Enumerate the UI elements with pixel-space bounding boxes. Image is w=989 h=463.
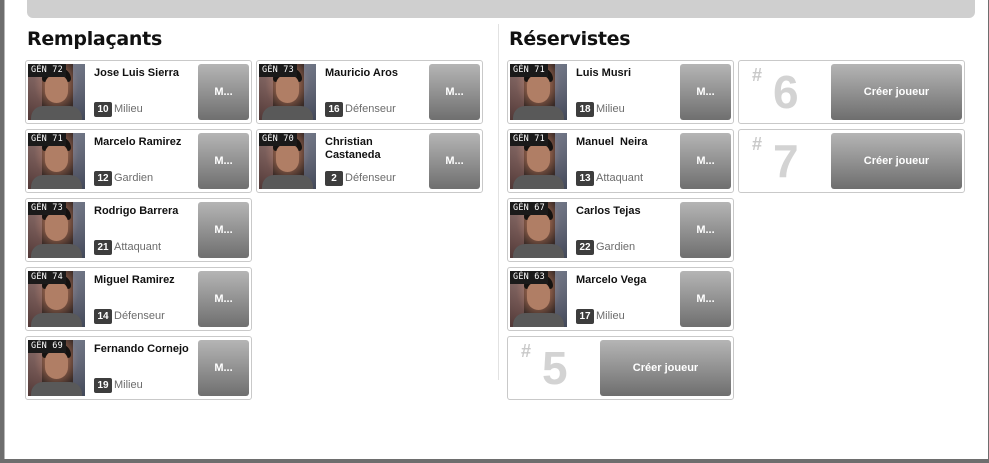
section-title-remplacants: Remplaçants [27, 28, 162, 50]
player-action-button[interactable]: M... [680, 133, 731, 189]
player-card-christian-castaneda[interactable]: GÉN 70 Christian Castaneda 2 Défenseur M… [256, 129, 483, 193]
player-name: Fernando Cornejo [94, 343, 189, 355]
shirt-number: 19 [94, 378, 112, 393]
player-name: Jose Luis Sierra [94, 67, 179, 79]
slot-number: 6 [773, 66, 799, 118]
player-name: Christian Castaneda [325, 136, 381, 161]
player-action-button[interactable]: M... [680, 271, 731, 327]
shirt-number: 17 [576, 309, 594, 324]
rating-badge: GÉN 71 [510, 133, 548, 146]
player-name: Luis Musri [576, 67, 632, 79]
shirt-number: 14 [94, 309, 112, 324]
player-card-jose-luis-sierra[interactable]: GÉN 72 Jose Luis Sierra 10 Milieu M... [25, 60, 252, 124]
slot-hash-symbol: # [752, 65, 763, 85]
player-name: Rodrigo Barrera [94, 205, 179, 217]
player-position: Défenseur [114, 310, 165, 322]
shirt-number: 10 [94, 102, 112, 117]
slot-number: 7 [773, 135, 799, 187]
shirt-number: 13 [576, 171, 594, 186]
player-card-carlos-tejas[interactable]: GÉN 67 Carlos Tejas 22 Gardien M... [507, 198, 734, 262]
section-divider [498, 24, 499, 380]
player-action-button[interactable]: M... [680, 64, 731, 120]
empty-slot-5: # 5 Créer joueur [507, 336, 734, 400]
player-action-button[interactable]: M... [429, 64, 480, 120]
player-action-button[interactable]: M... [680, 202, 731, 258]
create-player-button[interactable]: Créer joueur [600, 340, 731, 396]
slot-number: 5 [542, 342, 568, 394]
player-name: Manuel Neira [576, 136, 648, 148]
player-position: Gardien [596, 241, 636, 253]
player-position: Milieu [114, 103, 143, 115]
player-name: Marcelo Vega [576, 274, 647, 286]
player-action-button[interactable]: M... [429, 133, 480, 189]
shirt-number: 18 [576, 102, 594, 117]
create-player-button[interactable]: Créer joueur [831, 133, 962, 189]
player-card-manuel-neira[interactable]: GÉN 71 Manuel Neira 13 Attaquant M... [507, 129, 734, 193]
player-action-button[interactable]: M... [198, 133, 249, 189]
player-action-button[interactable]: M... [198, 340, 249, 396]
player-position: Milieu [114, 379, 143, 391]
player-card-miguel-ramirez[interactable]: GÉN 74 Miguel Ramirez 14 Défenseur M... [25, 267, 252, 331]
rating-badge: GÉN 69 [28, 340, 66, 353]
shirt-number: 12 [94, 171, 112, 186]
shirt-number: 21 [94, 240, 112, 255]
player-card-luis-musri[interactable]: GÉN 71 Luis Musri 18 Milieu M... [507, 60, 734, 124]
rating-badge: GÉN 73 [28, 202, 66, 215]
slot-hash-symbol: # [752, 134, 763, 154]
rating-badge: GÉN 70 [259, 133, 297, 146]
empty-slot-6: # 6 Créer joueur [738, 60, 965, 124]
player-action-button[interactable]: M... [198, 64, 249, 120]
player-card-marcelo-ramirez[interactable]: GÉN 71 Marcelo Ramirez 12 Gardien M... [25, 129, 252, 193]
player-card-mauricio-aros[interactable]: GÉN 73 Mauricio Aros 16 Défenseur M... [256, 60, 483, 124]
player-position: Attaquant [114, 241, 162, 253]
player-position: Défenseur [345, 172, 396, 184]
player-name: Carlos Tejas [576, 205, 641, 217]
player-position: Milieu [596, 103, 625, 115]
player-card-rodrigo-barrera[interactable]: GÉN 73 Rodrigo Barrera 21 Attaquant M... [25, 198, 252, 262]
rating-badge: GÉN 73 [259, 64, 297, 77]
player-action-button[interactable]: M... [198, 202, 249, 258]
player-name: Mauricio Aros [325, 67, 398, 79]
shirt-number: 16 [325, 102, 343, 117]
slot-hash-symbol: # [521, 341, 532, 361]
rating-badge: GÉN 71 [28, 133, 66, 146]
shirt-number: 22 [576, 240, 594, 255]
rating-badge: GÉN 67 [510, 202, 548, 215]
player-name: Miguel Ramirez [94, 274, 175, 286]
rating-badge: GÉN 74 [28, 271, 66, 284]
player-position: Attaquant [596, 172, 644, 184]
player-card-fernando-cornejo[interactable]: GÉN 69 Fernando Cornejo 19 Milieu M... [25, 336, 252, 400]
rating-badge: GÉN 63 [510, 271, 548, 284]
top-bar [27, 0, 975, 18]
rating-badge: GÉN 72 [28, 64, 66, 77]
empty-slot-7: # 7 Créer joueur [738, 129, 965, 193]
player-position: Gardien [114, 172, 154, 184]
rating-badge: GÉN 71 [510, 64, 548, 77]
section-title-reservistes: Réservistes [509, 28, 631, 50]
player-action-button[interactable]: M... [198, 271, 249, 327]
create-player-button[interactable]: Créer joueur [831, 64, 962, 120]
player-position: Milieu [596, 310, 625, 322]
player-card-marcelo-vega[interactable]: GÉN 63 Marcelo Vega 17 Milieu M... [507, 267, 734, 331]
main-panel: Remplaçants Réservistes GÉN 72 Jose Luis… [4, 0, 988, 459]
player-name: Marcelo Ramirez [94, 136, 182, 148]
shirt-number: 2 [325, 171, 343, 186]
player-position: Défenseur [345, 103, 396, 115]
